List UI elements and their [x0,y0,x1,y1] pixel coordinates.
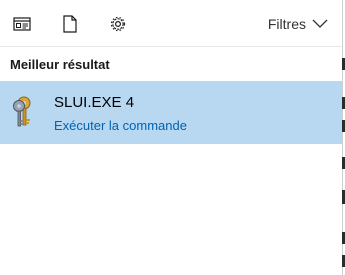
chevron-down-icon [312,16,328,32]
documents-icon[interactable] [60,14,80,34]
apps-icon[interactable] [12,14,32,34]
filters-label: Filtres [267,16,306,32]
filters-dropdown[interactable]: Filtres [268,14,328,34]
best-match-heading: Meilleur résultat [10,57,110,72]
run-command-link[interactable]: Exécuter la commande [54,118,187,133]
result-title: SLUI.EXE 4 [54,94,135,111]
best-match-result[interactable]: SLUI.EXE 4 Exécuter la commande [0,81,342,144]
keys-icon [9,93,45,129]
search-panel: Filtres Meilleur résultat SLUI.EXE 4 Exé… [0,0,342,275]
search-toolbar: Filtres [0,0,342,47]
settings-gear-icon[interactable] [108,14,128,34]
